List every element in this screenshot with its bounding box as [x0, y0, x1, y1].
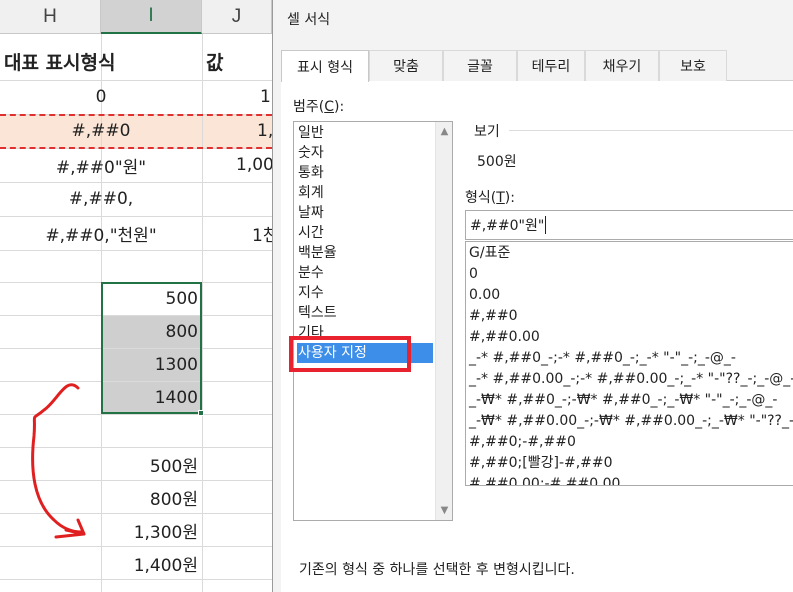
- scroll-up-icon[interactable]: ▲: [436, 123, 452, 140]
- value-cell[interactable]: 1(: [202, 80, 277, 114]
- format-item[interactable]: #,##0.00: [469, 327, 540, 348]
- format-list[interactable]: G/표준 0 0.00 #,##0 #,##0.00 _-* #,##0_-;-…: [465, 241, 793, 486]
- type-hotkey: T: [496, 190, 505, 206]
- format-item[interactable]: #,##0;-#,##0: [469, 432, 576, 453]
- category-label-text: 범주(: [293, 99, 325, 115]
- value-cell[interactable]: 1,: [202, 114, 273, 148]
- tab-number[interactable]: 표시 형식: [281, 50, 369, 82]
- tab-alignment[interactable]: 맞춤: [369, 50, 443, 81]
- formatted-cell[interactable]: 1,400원: [101, 547, 202, 579]
- type-label: 형식(T):: [465, 190, 515, 206]
- grid-line: [0, 250, 272, 251]
- sample-group-line: [509, 130, 793, 131]
- dialog-title: 셀 서식: [287, 12, 331, 28]
- column-header-i[interactable]: I: [101, 0, 202, 34]
- sample-label: 보기: [474, 124, 500, 140]
- format-item[interactable]: _-₩* #,##0.00_-;-₩* #,##0.00_-;_-₩* "-"?…: [469, 411, 793, 432]
- tab-border[interactable]: 테두리: [517, 50, 585, 81]
- format-item[interactable]: G/표준: [469, 243, 510, 264]
- category-item-scientific[interactable]: 지수: [297, 283, 433, 303]
- header-format-cell[interactable]: 대표 표시형식: [4, 44, 116, 78]
- tab-font[interactable]: 글꼴: [443, 50, 517, 81]
- category-hotkey: C: [324, 99, 335, 115]
- format-item[interactable]: _-* #,##0_-;-* #,##0_-;_-* "-"_-;_-@_-: [469, 348, 736, 369]
- custom-category-annotation-box: [289, 336, 411, 372]
- column-header-h[interactable]: H: [0, 0, 101, 34]
- category-scrollbar[interactable]: ▲ ▼: [435, 122, 452, 520]
- category-item-percentage[interactable]: 백분율: [297, 243, 433, 263]
- red-arrow-annotation: [31, 383, 86, 539]
- grid-line: [0, 579, 272, 580]
- header-value-cell[interactable]: 값: [206, 44, 272, 78]
- category-item-number[interactable]: 숫자: [297, 143, 433, 163]
- category-label: 범주(C):: [293, 99, 345, 115]
- format-cell[interactable]: 0: [0, 80, 202, 114]
- type-input-value: #,##0"원": [470, 218, 545, 234]
- format-cells-dialog: 셀 서식 표시 형식 맞춤 글꼴 테두리 채우기 보호 범주(C): 일반 숫자…: [272, 0, 793, 592]
- tab-protection[interactable]: 보호: [659, 50, 727, 81]
- format-item[interactable]: _-* #,##0.00_-;-* #,##0.00_-;_-* "-"??_-…: [469, 369, 793, 390]
- text-caret: [545, 216, 547, 234]
- column-letter: I: [148, 5, 154, 26]
- category-item-fraction[interactable]: 분수: [297, 263, 433, 283]
- format-cell[interactable]: #,##0,"천원": [0, 216, 202, 250]
- value-cell[interactable]: 1천: [202, 216, 278, 250]
- fill-handle[interactable]: [198, 410, 204, 416]
- category-item-text[interactable]: 텍스트: [297, 303, 433, 323]
- type-label-text: 형식(: [465, 190, 497, 206]
- category-item-time[interactable]: 시간: [297, 223, 433, 243]
- format-cell[interactable]: #,##0"원": [0, 148, 202, 182]
- format-item[interactable]: #,##0.00;-#,##0.00: [469, 474, 620, 485]
- category-item-currency[interactable]: 통화: [297, 163, 433, 183]
- type-input[interactable]: #,##0"원": [465, 210, 793, 240]
- value-cell[interactable]: 1,00: [202, 148, 274, 182]
- format-cell[interactable]: #,##0,: [0, 182, 202, 216]
- category-item-date[interactable]: 날짜: [297, 203, 433, 223]
- format-item[interactable]: 0: [469, 264, 478, 285]
- category-item-general[interactable]: 일반: [297, 123, 433, 143]
- format-item[interactable]: 0.00: [469, 285, 500, 306]
- format-cell[interactable]: #,##0: [0, 114, 202, 148]
- column-header-j[interactable]: J: [202, 0, 272, 34]
- category-list[interactable]: 일반 숫자 통화 회계 날짜 시간 백분율 분수 지수 텍스트 기타 사용자 지…: [293, 121, 453, 521]
- category-item-accounting[interactable]: 회계: [297, 183, 433, 203]
- scroll-down-icon[interactable]: ▼: [436, 502, 452, 519]
- number-tab-panel: 범주(C): 일반 숫자 통화 회계 날짜 시간 백분율 분수 지수 텍스트 기…: [281, 81, 793, 592]
- tab-bar: 표시 형식 맞춤 글꼴 테두리 채우기 보호: [281, 50, 793, 82]
- column-letter: H: [43, 5, 57, 27]
- tab-fill[interactable]: 채우기: [585, 50, 659, 81]
- sample-value: 500원: [477, 154, 517, 170]
- column-letter: J: [231, 5, 242, 27]
- format-item[interactable]: _-₩* #,##0_-;-₩* #,##0_-;_-₩* "-"_-;_-@_…: [469, 390, 777, 411]
- description-text: 기존의 형식 중 하나를 선택한 후 변형시킵니다.: [299, 562, 575, 578]
- format-item[interactable]: #,##0;[빨강]-#,##0: [469, 453, 613, 474]
- format-item[interactable]: #,##0: [469, 306, 518, 327]
